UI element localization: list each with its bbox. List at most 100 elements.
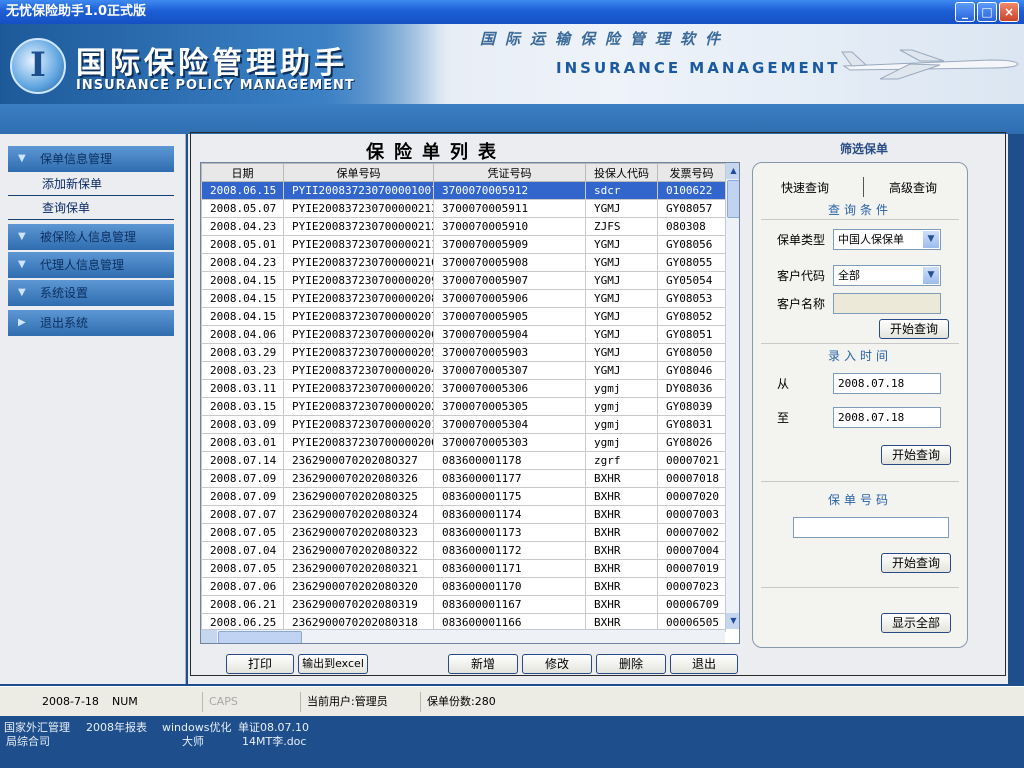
table-row[interactable]: 2008.07.07 2362900070202080324 08360000117… — [201, 505, 726, 524]
table-row[interactable]: 2008.04.23 PYIE200837230700000212 37000700… — [201, 217, 726, 236]
horizontal-scrollbar[interactable] — [201, 629, 725, 643]
table-row[interactable]: 2008.03.23 PYIE200837230700000204 37000700… — [201, 361, 726, 380]
to-date-input[interactable]: 2008.07.18 — [833, 407, 941, 428]
cell-policy-no: PYIE200837230700000207 — [283, 307, 434, 326]
col-invoice-no[interactable]: 发票号码 — [657, 163, 726, 182]
desktop-icon-label[interactable]: 国家外汇管理 — [4, 721, 70, 734]
add-button[interactable]: 新增 — [448, 654, 518, 674]
cell-policy-no: PYIE200837230700000200 — [283, 433, 434, 452]
cell-applicant-code: ygmj — [585, 379, 658, 398]
table-row[interactable]: 2008.07.05 2362900070202080323 08360000117… — [201, 523, 726, 542]
delete-button[interactable]: 删除 — [596, 654, 666, 674]
table-row[interactable]: 2008.07.09 2362900070202080325 08360000117… — [201, 487, 726, 506]
status-user: 当前用户:管理员 — [300, 692, 388, 712]
scroll-left-icon[interactable] — [201, 630, 217, 643]
desktop-icon-label[interactable]: 14MT李.doc — [242, 735, 306, 748]
table-row[interactable]: 2008.04.23 PYIE200837230700000210 37000700… — [201, 253, 726, 272]
scroll-down-icon[interactable]: ▼ — [726, 613, 739, 629]
to-label: 至 — [777, 411, 790, 425]
cell-voucher-no: 3700070005911 — [433, 199, 586, 218]
section-policy-number: 保单号码 — [827, 493, 892, 507]
menu-system-settings[interactable]: ▼ 系统设置 — [8, 280, 174, 306]
table-row[interactable]: 2008.06.21 2362900070202080319 08360000116… — [201, 595, 726, 614]
table-row[interactable]: 2008.06.15 PYII20083723070000100l 37000700… — [201, 181, 726, 200]
table-row[interactable]: 2008.07.09 2362900070202080326 08360000117… — [201, 469, 726, 488]
col-date[interactable]: 日期 — [201, 163, 284, 182]
col-voucher-no[interactable]: 凭证号码 — [433, 163, 586, 182]
table-row[interactable]: 2008.07.14 236290007020208O327 08360000117… — [201, 451, 726, 470]
policy-number-input[interactable] — [793, 517, 949, 538]
app-subtitle: INSURANCE POLICY MANAGEMENT — [76, 78, 355, 93]
menu-query-policy[interactable]: 查询保单 — [8, 196, 174, 220]
table-row[interactable]: 2008.05.01 PYIE200837230700000211 37000700… — [201, 235, 726, 254]
minimize-button[interactable]: _ — [955, 2, 975, 22]
table-row[interactable]: 2008.03.01 PYIE200837230700000200 37000700… — [201, 433, 726, 452]
customer-code-select[interactable]: 全部 ▼ — [833, 265, 941, 286]
scroll-thumb[interactable] — [727, 180, 739, 218]
cell-applicant-code: YGMJ — [585, 199, 658, 218]
chevron-down-icon[interactable]: ▼ — [923, 267, 939, 284]
cell-invoice-no: GY08052 — [657, 307, 726, 326]
table-row[interactable]: 2008.03.15 PYIE200837230700000202 37000700… — [201, 397, 726, 416]
menu-agent-info[interactable]: ▼ 代理人信息管理 — [8, 252, 174, 278]
scroll-up-icon[interactable]: ▲ — [726, 163, 739, 179]
desktop-icon-label[interactable]: 2008年报表 — [86, 721, 147, 734]
search-button-1[interactable]: 开始查询 — [879, 319, 949, 339]
table-row[interactable]: 2008.03.29 PYIE200837230700000205 37000700… — [201, 343, 726, 362]
vertical-scrollbar[interactable]: ▲ ▼ — [725, 163, 739, 629]
cell-applicant-code: BXHR — [585, 505, 658, 524]
scroll-thumb-horizontal[interactable] — [218, 631, 302, 643]
cell-date: 2008.07.09 — [201, 469, 284, 488]
cell-date: 2008.07.05 — [201, 523, 284, 542]
customer-name-input[interactable] — [833, 293, 941, 314]
desktop-icon-label[interactable]: windows优化 — [162, 721, 231, 734]
table-row[interactable]: 2008.04.15 PYIE200837230700000207 37000700… — [201, 307, 726, 326]
table-row[interactable]: 2008.07.04 2362900070202080322 08360000117… — [201, 541, 726, 560]
desktop-icon-label[interactable]: 单证08.07.10 — [238, 721, 309, 734]
table-row[interactable]: 2008.07.05 2362900070202080321 08360000117… — [201, 559, 726, 578]
desktop-icon-label[interactable]: 局综合司 — [6, 735, 50, 748]
table-row[interactable]: 2008.07.06 2362900070202080320 08360000117… — [201, 577, 726, 596]
print-button[interactable]: 打印 — [226, 654, 294, 674]
col-applicant-code[interactable]: 投保人代码 — [585, 163, 658, 182]
menu-add-policy[interactable]: 添加新保单 — [8, 172, 174, 196]
search-button-2[interactable]: 开始查询 — [881, 445, 951, 465]
tab-advanced-query[interactable]: 高级查询 — [889, 179, 937, 196]
table-row[interactable]: 2008.05.07 PYIE200837230700000213 37000700… — [201, 199, 726, 218]
table-row[interactable]: 2008.04.15 PYIE200837230700000209 37000700… — [201, 271, 726, 290]
cell-invoice-no: GY08039 — [657, 397, 726, 416]
maximize-button[interactable]: □ — [977, 2, 997, 22]
table-row[interactable]: 2008.04.15 PYIE200837230700000208 37000700… — [201, 289, 726, 308]
search-button-3[interactable]: 开始查询 — [881, 553, 951, 573]
tab-quick-query[interactable]: 快速查询 — [781, 179, 829, 196]
cell-policy-no: PYIE200837230700000213 — [283, 199, 434, 218]
cell-policy-no: PYIE200837230700000211 — [283, 235, 434, 254]
close-button[interactable]: × — [999, 2, 1019, 22]
exit-button[interactable]: 退出 — [670, 654, 738, 674]
menu-policy-info[interactable]: ▼ 保单信息管理 — [8, 146, 174, 172]
table-row[interactable]: 2008.03.11 PYIE200837230700000203 37000700… — [201, 379, 726, 398]
cell-policy-no: 2362900070202080324 — [283, 505, 434, 524]
chevron-down-icon[interactable]: ▼ — [923, 231, 939, 248]
cell-applicant-code: ygmj — [585, 415, 658, 434]
policy-type-select[interactable]: 中国人保保单 ▼ — [833, 229, 941, 250]
cell-invoice-no: 00006709 — [657, 595, 726, 614]
cell-policy-no: 2362900070202080326 — [283, 469, 434, 488]
cell-invoice-no: 00007023 — [657, 577, 726, 596]
show-all-button[interactable]: 显示全部 — [881, 613, 951, 633]
status-count: 保单份数:280 — [420, 692, 496, 712]
cell-invoice-no: GY08051 — [657, 325, 726, 344]
edit-button[interactable]: 修改 — [522, 654, 592, 674]
table-row[interactable]: 2008.03.09 PYIE200837230700000201 37000700… — [201, 415, 726, 434]
desktop-icon-label[interactable]: 大师 — [182, 735, 204, 748]
cell-invoice-no: 00007019 — [657, 559, 726, 578]
cell-date: 2008.04.06 — [201, 325, 284, 344]
from-date-input[interactable]: 2008.07.18 — [833, 373, 941, 394]
menu-exit-system[interactable]: ▶ 退出系统 — [8, 310, 174, 336]
col-policy-no[interactable]: 保单号码 — [283, 163, 434, 182]
cell-date: 2008.04.23 — [201, 217, 284, 236]
table-row[interactable]: 2008.04.06 PYIE200837230700000206 37000700… — [201, 325, 726, 344]
menu-label: 系统设置 — [40, 286, 89, 300]
export-excel-button[interactable]: 输出到excel — [298, 654, 368, 674]
menu-insured-info[interactable]: ▼ 被保险人信息管理 — [8, 224, 174, 250]
